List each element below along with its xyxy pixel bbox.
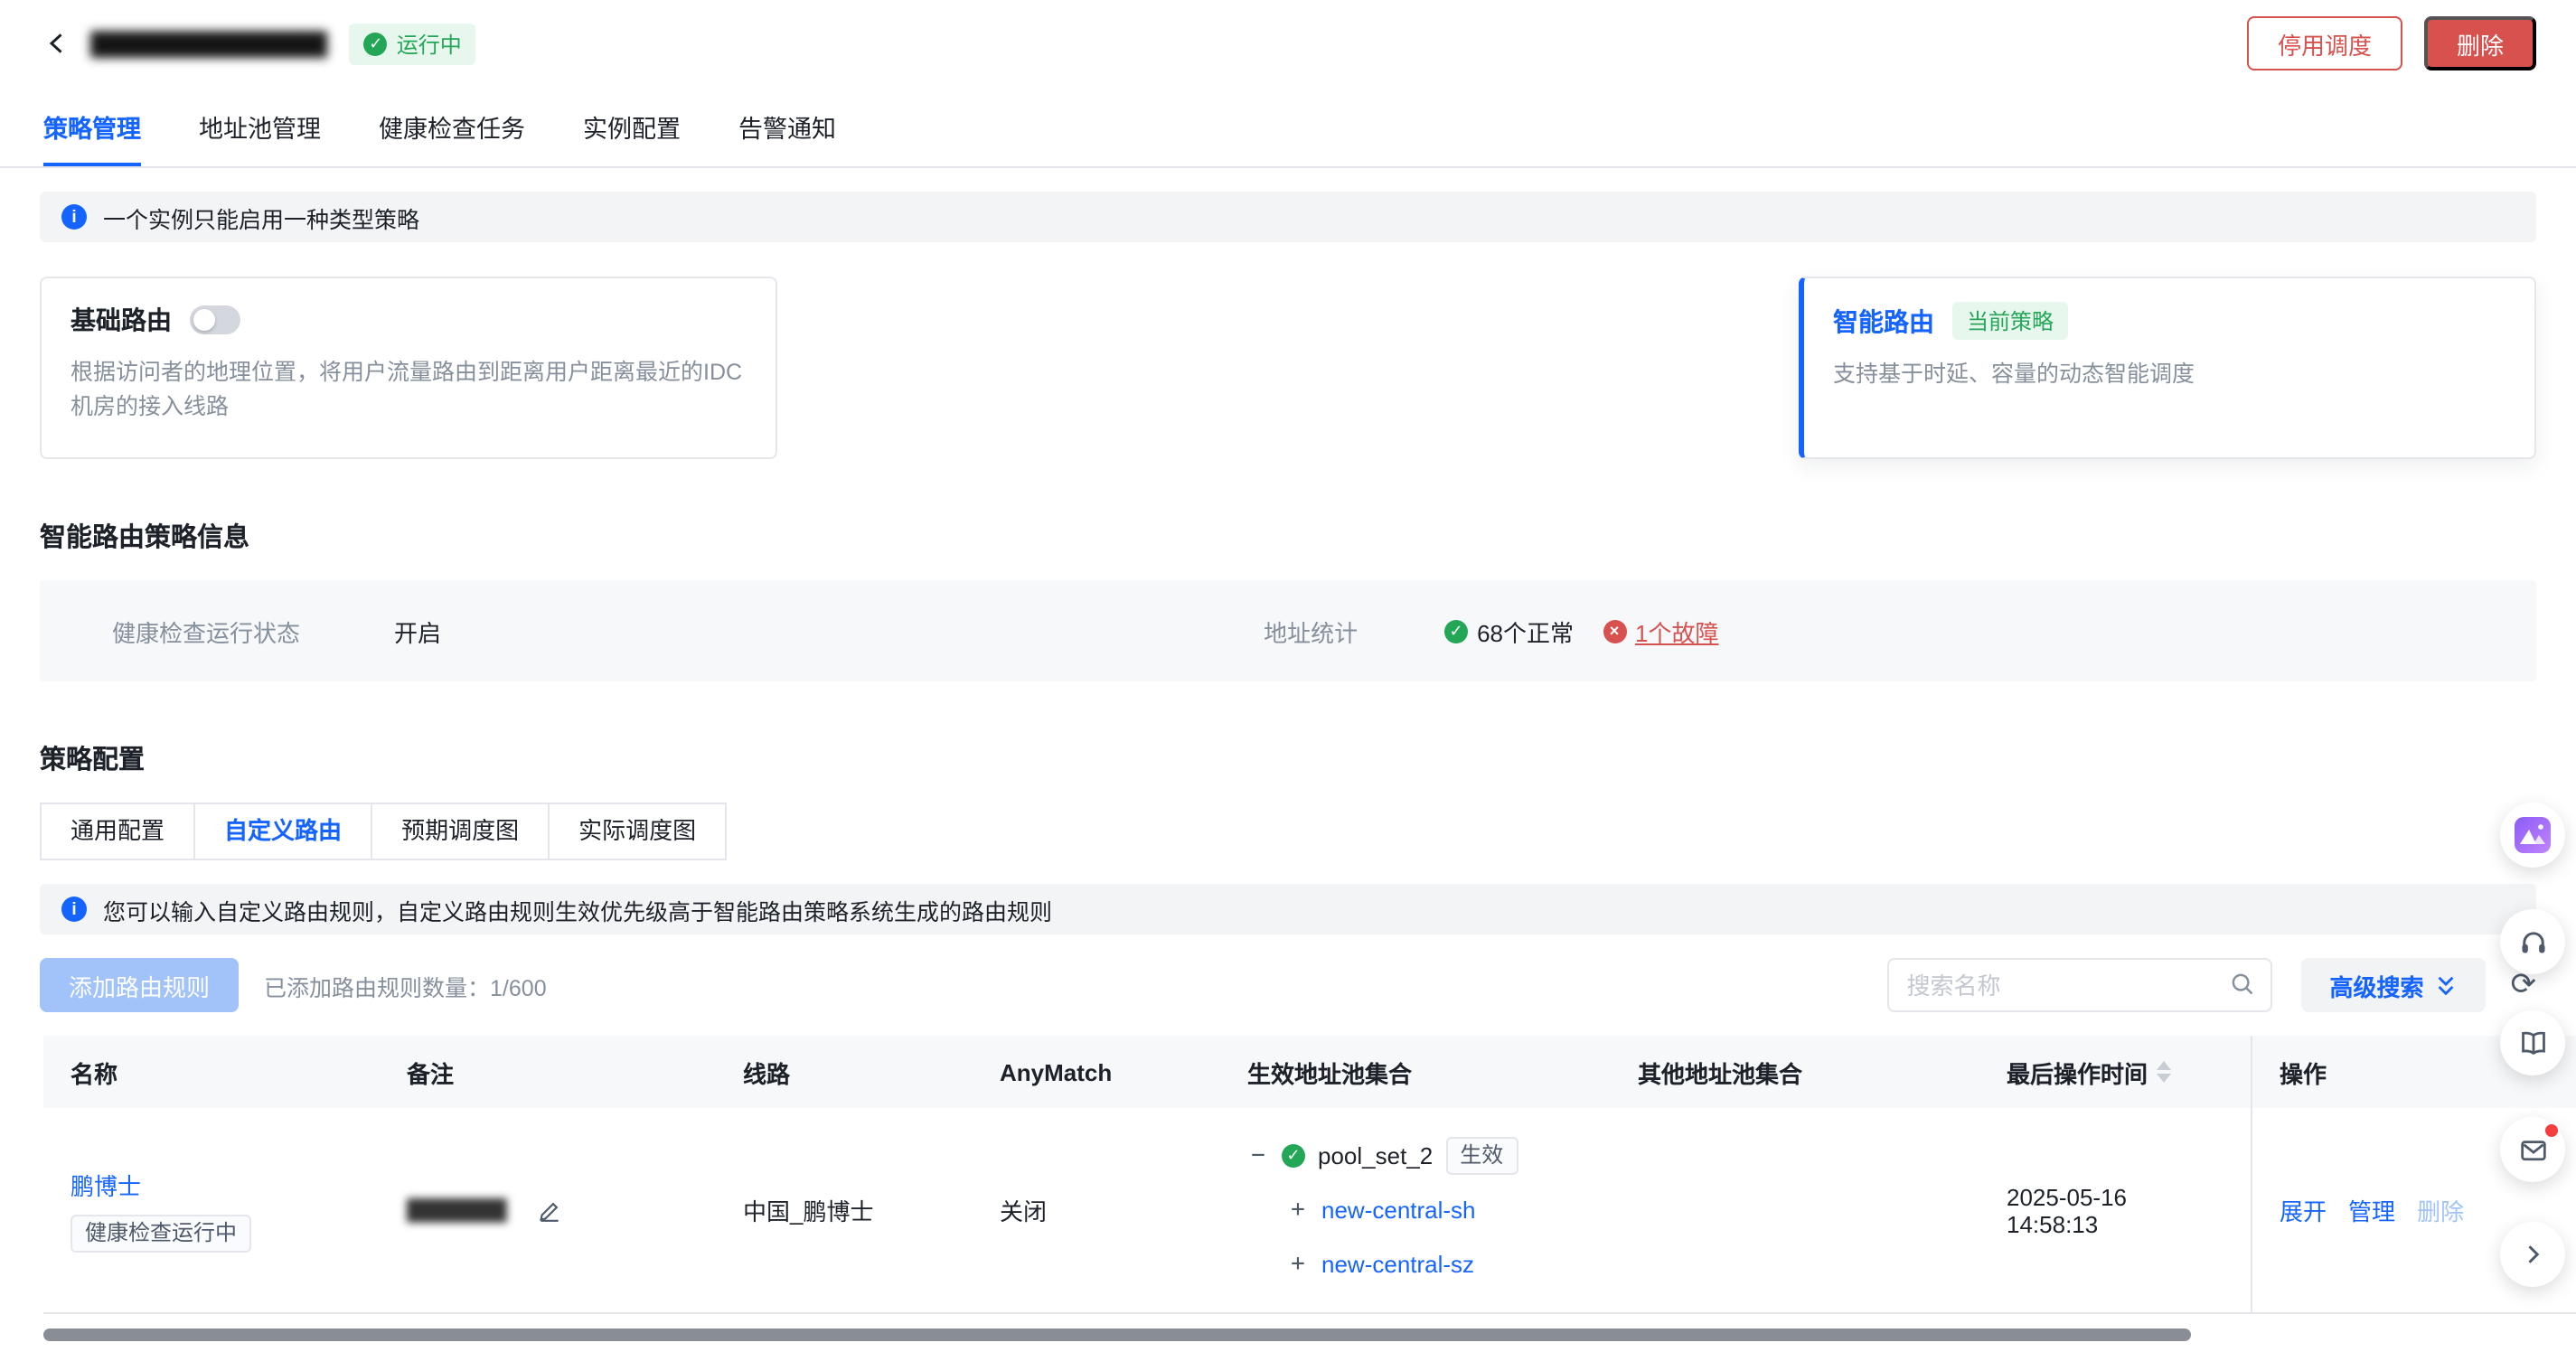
cell-last-time: 2025-05-16 14:58:13 <box>1979 1108 2251 1312</box>
card-desc: 支持基于时延、容量的动态智能调度 <box>1833 358 2505 392</box>
status-badge: ✓ 运行中 <box>350 23 476 64</box>
subtab-custom-routing[interactable]: 自定义路由 <box>193 803 372 860</box>
chevron-right-icon <box>2520 1242 2545 1267</box>
top-tab-bar: 策略管理 地址池管理 健康检查任务 实例配置 告警通知 <box>0 87 2576 168</box>
headset-icon <box>2517 926 2548 957</box>
collapse-sidebar-button[interactable] <box>2500 1222 2565 1287</box>
section-title-policy-info: 智能路由策略信息 <box>40 517 2536 555</box>
ai-assistant-icon <box>2515 817 2551 853</box>
messages-button[interactable] <box>2500 1117 2565 1182</box>
cell-active-pools: − ✓ pool_set_2 生效 + new-central-sh + new… <box>1220 1108 1611 1312</box>
rule-count-text: 已添加路由规则数量：1/600 <box>264 968 547 1002</box>
fault-count-link[interactable]: × 1个故障 <box>1603 614 1718 648</box>
rule-name-link[interactable]: 鹏博士 <box>71 1168 141 1202</box>
mail-icon <box>2517 1134 2548 1165</box>
instance-domain: ████████████████ <box>90 30 328 57</box>
ai-assistant-button[interactable] <box>2500 803 2565 868</box>
tab-health-check[interactable]: 健康检查任务 <box>379 87 525 166</box>
col-last-time[interactable]: 最后操作时间 <box>1979 1036 2251 1108</box>
page-header: ████████████████ ✓ 运行中 停用调度 删除 <box>0 0 2576 87</box>
health-running-tag: 健康检查运行中 <box>71 1215 251 1253</box>
page: ████████████████ ✓ 运行中 停用调度 删除 策略管理 地址池管… <box>0 0 2576 1352</box>
double-chevron-down-icon <box>2435 973 2457 997</box>
search-box <box>1886 958 2271 1012</box>
add-rule-button[interactable]: 添加路由规则 <box>40 958 239 1012</box>
notice-text: 您可以输入自定义路由规则，自定义路由规则生效优先级高于智能路由策略系统生成的路由… <box>103 892 1052 926</box>
col-name: 名称 <box>43 1036 380 1108</box>
current-policy-badge: 当前策略 <box>1952 302 2068 340</box>
delete-action[interactable]: 删除 <box>2417 1193 2464 1227</box>
notice-banner-rules: i 您可以输入自定义路由规则，自定义路由规则生效优先级高于智能路由策略系统生成的… <box>40 884 2536 934</box>
search-input[interactable] <box>1886 958 2271 1012</box>
subtab-actual-map[interactable]: 实际调度图 <box>548 803 727 860</box>
health-status-label: 健康检查运行状态 <box>112 614 300 648</box>
check-icon: ✓ <box>1444 619 1468 643</box>
card-title: 基础路由 <box>71 302 172 338</box>
expand-action[interactable]: 展开 <box>2280 1193 2327 1227</box>
info-icon: i <box>61 897 87 922</box>
col-anymatch: AnyMatch <box>973 1036 1220 1108</box>
check-icon: ✓ <box>364 32 388 55</box>
pool-set-name: pool_set_2 <box>1318 1142 1433 1169</box>
cell-other-pools <box>1611 1108 1979 1312</box>
addr-stats-label: 地址统计 <box>1264 614 1358 648</box>
remark-masked: ████████ <box>407 1199 505 1221</box>
rules-table: 名称 备注 线路 AnyMatch 生效地址池集合 其他地址池集合 最后操作时间… <box>43 1036 2576 1314</box>
horizontal-scrollbar[interactable] <box>43 1329 2191 1341</box>
expand-icon[interactable]: + <box>1287 1251 1309 1278</box>
notice-text: 一个实例只能启用一种类型策略 <box>103 200 419 234</box>
cell-anymatch: 关闭 <box>973 1108 1220 1312</box>
table-row: 鹏博士 健康检查运行中 ████████ 中国_鹏博士 关闭 − ✓ pool_… <box>43 1108 2576 1314</box>
config-sub-tabs: 通用配置 自定义路由 预期调度图 实际调度图 <box>40 803 2536 860</box>
col-active-pools: 生效地址池集合 <box>1220 1036 1611 1108</box>
advanced-search-button[interactable]: 高级搜索 <box>2300 958 2485 1012</box>
notice-banner-top: i 一个实例只能启用一种类型策略 <box>40 192 2536 242</box>
cell-remark: ████████ <box>380 1108 716 1312</box>
policy-cards: 基础路由 根据访问者的地理位置，将用户流量路由到距离用户距离最近的IDC机房的接… <box>40 277 2536 459</box>
subtab-general[interactable]: 通用配置 <box>40 803 195 860</box>
info-icon: i <box>61 204 87 230</box>
cell-line: 中国_鹏博士 <box>716 1108 973 1312</box>
card-desc: 根据访问者的地理位置，将用户流量路由到距离用户距离最近的IDC机房的接入线路 <box>71 356 747 425</box>
tab-alert-notify[interactable]: 告警通知 <box>738 87 836 166</box>
section-title-policy-config: 策略配置 <box>40 739 2536 777</box>
expand-icon[interactable]: + <box>1287 1197 1309 1224</box>
support-button[interactable] <box>2500 909 2565 974</box>
pool-link[interactable]: new-central-sh <box>1321 1197 1476 1224</box>
error-icon: × <box>1603 619 1626 643</box>
collapse-icon[interactable]: − <box>1247 1142 1269 1169</box>
card-title: 智能路由 <box>1833 303 1934 339</box>
back-icon[interactable] <box>40 25 76 61</box>
book-icon <box>2517 1028 2548 1058</box>
table-header: 名称 备注 线路 AnyMatch 生效地址池集合 其他地址池集合 最后操作时间… <box>43 1036 2576 1108</box>
check-icon: ✓ <box>1282 1144 1305 1168</box>
rules-toolbar: 添加路由规则 已添加路由规则数量：1/600 高级搜索 ⟳ <box>40 958 2536 1012</box>
cell-name: 鹏博士 健康检查运行中 <box>43 1108 380 1312</box>
col-remark: 备注 <box>380 1036 716 1108</box>
col-other-pools: 其他地址池集合 <box>1611 1036 1979 1108</box>
sort-icon[interactable] <box>2157 1061 2171 1083</box>
normal-count: ✓ 68个正常 <box>1444 614 1574 648</box>
subtab-expected-map[interactable]: 预期调度图 <box>371 803 550 860</box>
refresh-icon[interactable]: ⟳ <box>2511 970 2537 1000</box>
stop-scheduling-button[interactable]: 停用调度 <box>2247 16 2402 70</box>
delete-button[interactable]: 删除 <box>2424 16 2536 70</box>
tab-address-pool[interactable]: 地址池管理 <box>199 87 321 166</box>
tab-instance-config[interactable]: 实例配置 <box>583 87 681 166</box>
notification-dot <box>2543 1122 2560 1139</box>
manage-action[interactable]: 管理 <box>2348 1193 2395 1227</box>
health-status-value: 开启 <box>394 614 441 648</box>
pool-link[interactable]: new-central-sz <box>1321 1251 1474 1278</box>
col-line: 线路 <box>716 1036 973 1108</box>
basic-routing-toggle[interactable] <box>190 305 240 334</box>
edit-remark-icon[interactable] <box>538 1197 563 1223</box>
policy-info-panel: 健康检查运行状态 开启 地址统计 ✓ 68个正常 × 1个故障 <box>40 580 2536 681</box>
search-icon[interactable] <box>2228 971 2255 1003</box>
card-basic-routing[interactable]: 基础路由 根据访问者的地理位置，将用户流量路由到距离用户距离最近的IDC机房的接… <box>40 277 777 459</box>
card-smart-routing[interactable]: 智能路由 当前策略 支持基于时延、容量的动态智能调度 <box>1799 277 2536 459</box>
effective-tag: 生效 <box>1445 1137 1518 1175</box>
docs-button[interactable] <box>2500 1010 2565 1075</box>
tab-policy-management[interactable]: 策略管理 <box>43 87 141 166</box>
